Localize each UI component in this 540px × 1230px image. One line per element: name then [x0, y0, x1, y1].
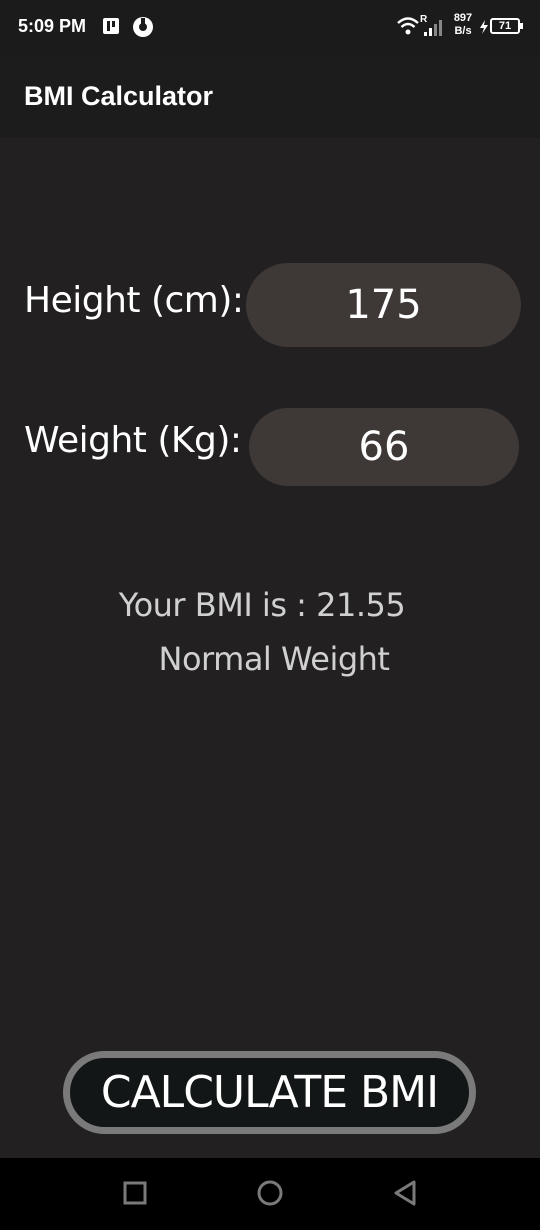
status-time: 5:09 PM: [18, 16, 87, 36]
bmi-result-text: Your BMI is : 21.55: [118, 586, 406, 624]
charging-bolt-icon: [480, 20, 488, 34]
signal-label: R: [420, 14, 428, 25]
height-input[interactable]: [246, 263, 521, 347]
o-icon: [133, 17, 153, 37]
home-icon[interactable]: [255, 1178, 285, 1208]
battery-icon: 71: [490, 18, 523, 34]
network-speed-unit: B/s: [454, 25, 472, 37]
recents-icon[interactable]: [120, 1178, 150, 1208]
wifi-icon: [397, 17, 419, 35]
network-speed: 897 B/s: [450, 12, 476, 38]
back-icon[interactable]: [390, 1178, 420, 1208]
status-bar: 5:09 PM R 897 B/s 71: [0, 0, 540, 54]
app-bar: BMI Calculator: [0, 54, 540, 138]
weight-label: Weight (Kg):: [24, 420, 242, 461]
bmi-category-text: Normal Weight: [158, 640, 390, 678]
signal-icon: R: [420, 14, 442, 36]
navigation-bar: [0, 1158, 540, 1230]
height-label: Height (cm):: [24, 280, 244, 321]
p-icon: [103, 18, 119, 34]
page-title: BMI Calculator: [24, 81, 214, 111]
network-speed-value: 897: [453, 12, 473, 24]
calculate-bmi-button[interactable]: CALCULATE BMI: [63, 1051, 476, 1134]
weight-input[interactable]: [249, 408, 519, 486]
